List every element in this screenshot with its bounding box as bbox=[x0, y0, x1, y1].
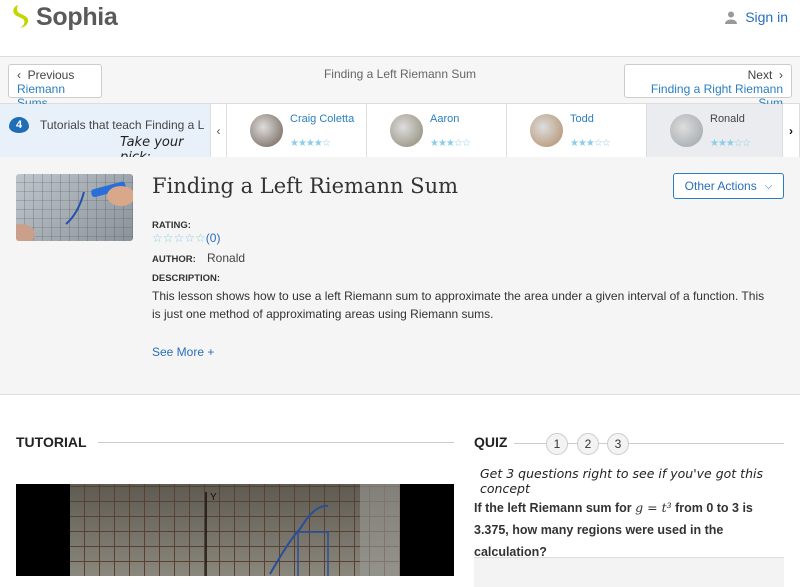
sign-in-link[interactable]: Sign in bbox=[725, 9, 788, 25]
tutorial-card[interactable]: Aaron ★★★☆☆ bbox=[367, 104, 507, 157]
lesson-thumbnail bbox=[16, 174, 133, 241]
quiz-question-2[interactable]: 2 bbox=[577, 433, 599, 455]
other-actions-button[interactable]: Other Actions ⌵ bbox=[673, 173, 784, 199]
video-player[interactable]: Y bbox=[16, 484, 454, 576]
sophia-logo-icon[interactable] bbox=[10, 4, 32, 30]
logo-text[interactable]: Sophia bbox=[36, 3, 118, 32]
chevron-right-icon: › bbox=[772, 68, 783, 82]
chevron-left-icon: ‹ bbox=[216, 123, 221, 138]
star-rating: ★★★☆☆ bbox=[570, 138, 611, 149]
current-lesson-title: Finding a Left Riemann Sum bbox=[323, 67, 477, 81]
question-pre: If the left Riemann sum for bbox=[474, 501, 636, 515]
question-math: g = t³ bbox=[635, 500, 672, 515]
chevron-left-icon: ‹ bbox=[17, 68, 28, 82]
answer-option[interactable] bbox=[474, 557, 784, 587]
video-frame: Y bbox=[70, 484, 400, 576]
divider bbox=[98, 442, 454, 443]
tutorial-picker: 4 Tutorials that teach Finding a Left Ri… bbox=[0, 104, 800, 165]
lesson-title: Finding a Left Riemann Sum bbox=[152, 174, 459, 198]
svg-text:Y: Y bbox=[210, 492, 217, 503]
scroll-right-button[interactable]: › bbox=[782, 104, 800, 157]
tutor-name: Todd bbox=[570, 113, 594, 125]
quiz-question-1[interactable]: 1 bbox=[546, 433, 568, 455]
rating-count: (0) bbox=[205, 231, 221, 245]
tutorial-card[interactable]: Todd ★★★☆☆ bbox=[507, 104, 647, 157]
rating-label: RATING: bbox=[152, 220, 191, 231]
star-rating: ★★★☆☆ bbox=[710, 138, 751, 149]
star-rating: ★★★☆☆ bbox=[430, 138, 471, 149]
author-name: Ronald bbox=[207, 251, 246, 265]
video-content: Y bbox=[205, 484, 400, 576]
scroll-left-button[interactable]: ‹ bbox=[210, 104, 227, 157]
user-icon bbox=[725, 11, 738, 24]
chevron-down-icon: ⌵ bbox=[764, 180, 773, 192]
other-actions-label: Other Actions bbox=[684, 179, 757, 193]
tutorials-text: Tutorials that teach Finding a Left Riem… bbox=[40, 118, 205, 132]
chevron-right-icon: › bbox=[789, 123, 793, 138]
previous-label: Previous bbox=[27, 68, 75, 82]
sign-in-label: Sign in bbox=[745, 9, 788, 25]
quiz-question-text: If the left Riemann sum for g = t³ from … bbox=[474, 497, 784, 563]
tutorial-count-panel: 4 Tutorials that teach Finding a Left Ri… bbox=[0, 104, 210, 165]
avatar bbox=[250, 114, 283, 147]
next-label: Next bbox=[747, 68, 773, 82]
tutorial-card[interactable]: Ronald ★★★☆☆ bbox=[647, 104, 785, 157]
quiz-question-3[interactable]: 3 bbox=[607, 433, 629, 455]
see-more-link[interactable]: See More + bbox=[152, 345, 214, 359]
lesson-info: Finding a Left Riemann Sum Other Actions… bbox=[0, 157, 800, 395]
rating-stars[interactable]: ☆☆☆☆☆(0) bbox=[152, 231, 220, 245]
tutorial-card[interactable]: Craig Coletta ★★★★☆ bbox=[227, 104, 367, 157]
tutorial-heading: TUTORIAL bbox=[16, 434, 87, 450]
tutor-name: Craig Coletta bbox=[290, 113, 355, 125]
avatar bbox=[670, 114, 703, 147]
quiz-heading: QUIZ bbox=[474, 434, 508, 450]
description-label: DESCRIPTION: bbox=[152, 273, 221, 284]
description-text: This lesson shows how to use a left Riem… bbox=[152, 289, 765, 321]
previous-button[interactable]: ‹ Previous Riemann Sums bbox=[8, 64, 102, 110]
tutor-name: Ronald bbox=[710, 113, 745, 125]
avatar bbox=[390, 114, 423, 147]
empty-stars-icon: ☆☆☆☆☆ bbox=[152, 231, 206, 245]
lesson-nav: ‹ Previous Riemann Sums Finding a Left R… bbox=[0, 57, 800, 110]
avatar bbox=[530, 114, 563, 147]
count-badge: 4 bbox=[9, 117, 29, 133]
next-button[interactable]: Next › Finding a Right Riemann Sum bbox=[624, 64, 792, 110]
header: Sophia Sign in bbox=[0, 0, 800, 57]
tutor-name: Aaron bbox=[430, 113, 460, 125]
thumbnail-image bbox=[16, 174, 133, 241]
author-label: AUTHOR: bbox=[152, 254, 196, 265]
quiz-subtitle: Get 3 questions right to see if you've g… bbox=[480, 466, 763, 496]
star-rating: ★★★★☆ bbox=[290, 138, 331, 149]
